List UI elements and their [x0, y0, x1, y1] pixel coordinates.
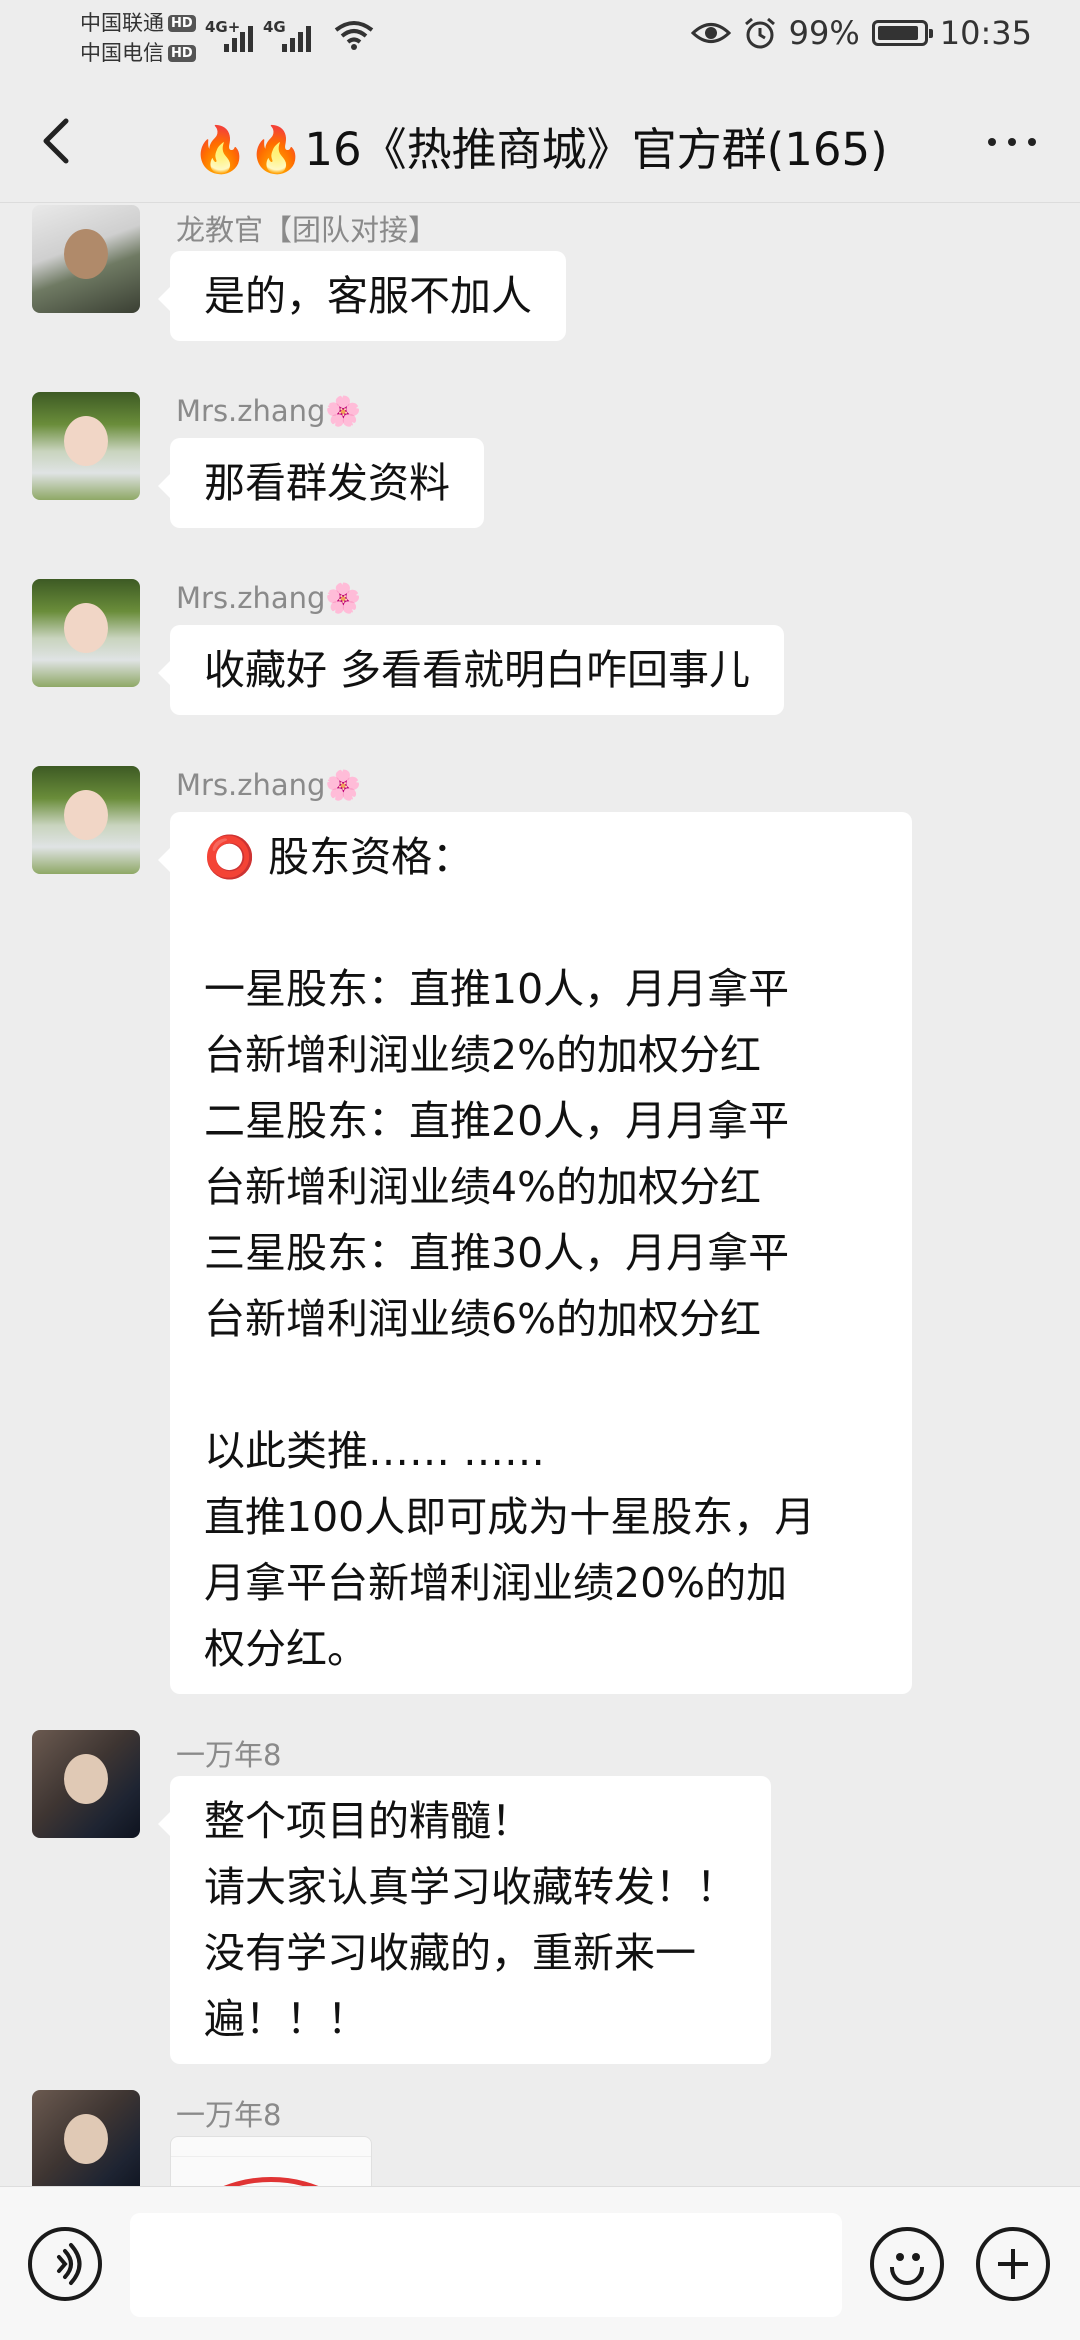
- sender-name: Mrs.zhang🌸: [176, 581, 362, 615]
- avatar[interactable]: [32, 766, 140, 874]
- voice-button[interactable]: [28, 2227, 102, 2301]
- avatar[interactable]: [32, 579, 140, 687]
- signal-1-icon: 4G+: [205, 18, 253, 52]
- sender-name: 龙教官【团队对接】: [176, 213, 438, 247]
- plus-button[interactable]: [976, 2227, 1050, 2301]
- avatar[interactable]: [32, 205, 140, 313]
- avatar[interactable]: [32, 1730, 140, 1838]
- hd-badge: HD: [168, 14, 196, 32]
- signal-2-icon: 4G: [263, 18, 311, 52]
- eye-icon: [690, 23, 731, 43]
- carrier-2-label: 中国电信: [80, 41, 164, 65]
- carrier-1-label: 中国联通: [80, 11, 164, 35]
- chat-title: 🔥🔥16《热推商城》官方群(165): [192, 123, 888, 176]
- chat-screen: 中国联通 HD 中国电信 HD 4G+ 4G 99% 10:35 🔥🔥16《热推…: [0, 0, 1080, 2340]
- voice-icon: [57, 2243, 82, 2285]
- status-bar: 中国联通 HD 中国电信 HD 4G+ 4G 99% 10:35: [0, 0, 1080, 75]
- sender-name: Mrs.zhang🌸: [176, 768, 362, 802]
- sender-name: 一万年8: [176, 1738, 282, 1772]
- message-list[interactable]: 龙教官【团队对接】 是的，客服不加人 Mrs.zhang🌸 那看群发资料 Mrs…: [0, 203, 1080, 2186]
- hd-badge: HD: [168, 44, 196, 62]
- carrier-info: 中国联通 HD 中国电信 HD: [80, 8, 196, 68]
- battery-percent: 99%: [788, 14, 860, 52]
- more-dots-icon: [988, 138, 996, 146]
- network-icons: 4G+ 4G: [205, 18, 311, 52]
- status-right: 99% 10:35: [690, 14, 1032, 52]
- chat-header: 🔥🔥16《热推商城》官方群(165): [0, 75, 1080, 203]
- alarm-icon: [744, 17, 775, 49]
- more-options-button[interactable]: [982, 127, 1042, 157]
- battery-icon: [871, 20, 933, 46]
- message-bubble[interactable]: 那看群发资料: [158, 438, 484, 528]
- avatar[interactable]: [32, 392, 140, 500]
- message-bubble[interactable]: 是的，客服不加人: [158, 251, 566, 341]
- message-input[interactable]: [130, 2213, 842, 2317]
- emoji-button[interactable]: [870, 2227, 944, 2301]
- emoji-icon: [896, 2253, 904, 2261]
- message-bubble[interactable]: 整个项目的精髓！ 请大家认真学习收藏转发！！ 没有学习收藏的，重新来一 遍！！！: [158, 1776, 771, 2064]
- input-bar: [0, 2186, 1080, 2340]
- wifi-icon: [334, 21, 374, 50]
- clock: 10:35: [939, 14, 1032, 52]
- avatar[interactable]: [32, 2090, 140, 2186]
- image-message[interactable]: [170, 2136, 372, 2186]
- message-bubble[interactable]: ⭕ 股东资格： 一星股东：直推10人，月月拿平 台新增利润业绩2%的加权分红 二…: [158, 812, 912, 1694]
- message-bubble[interactable]: 收藏好 多看看就明白咋回事儿: [157, 625, 785, 715]
- sender-name: Mrs.zhang🌸: [176, 394, 362, 428]
- sender-name: 一万年8: [176, 2098, 282, 2132]
